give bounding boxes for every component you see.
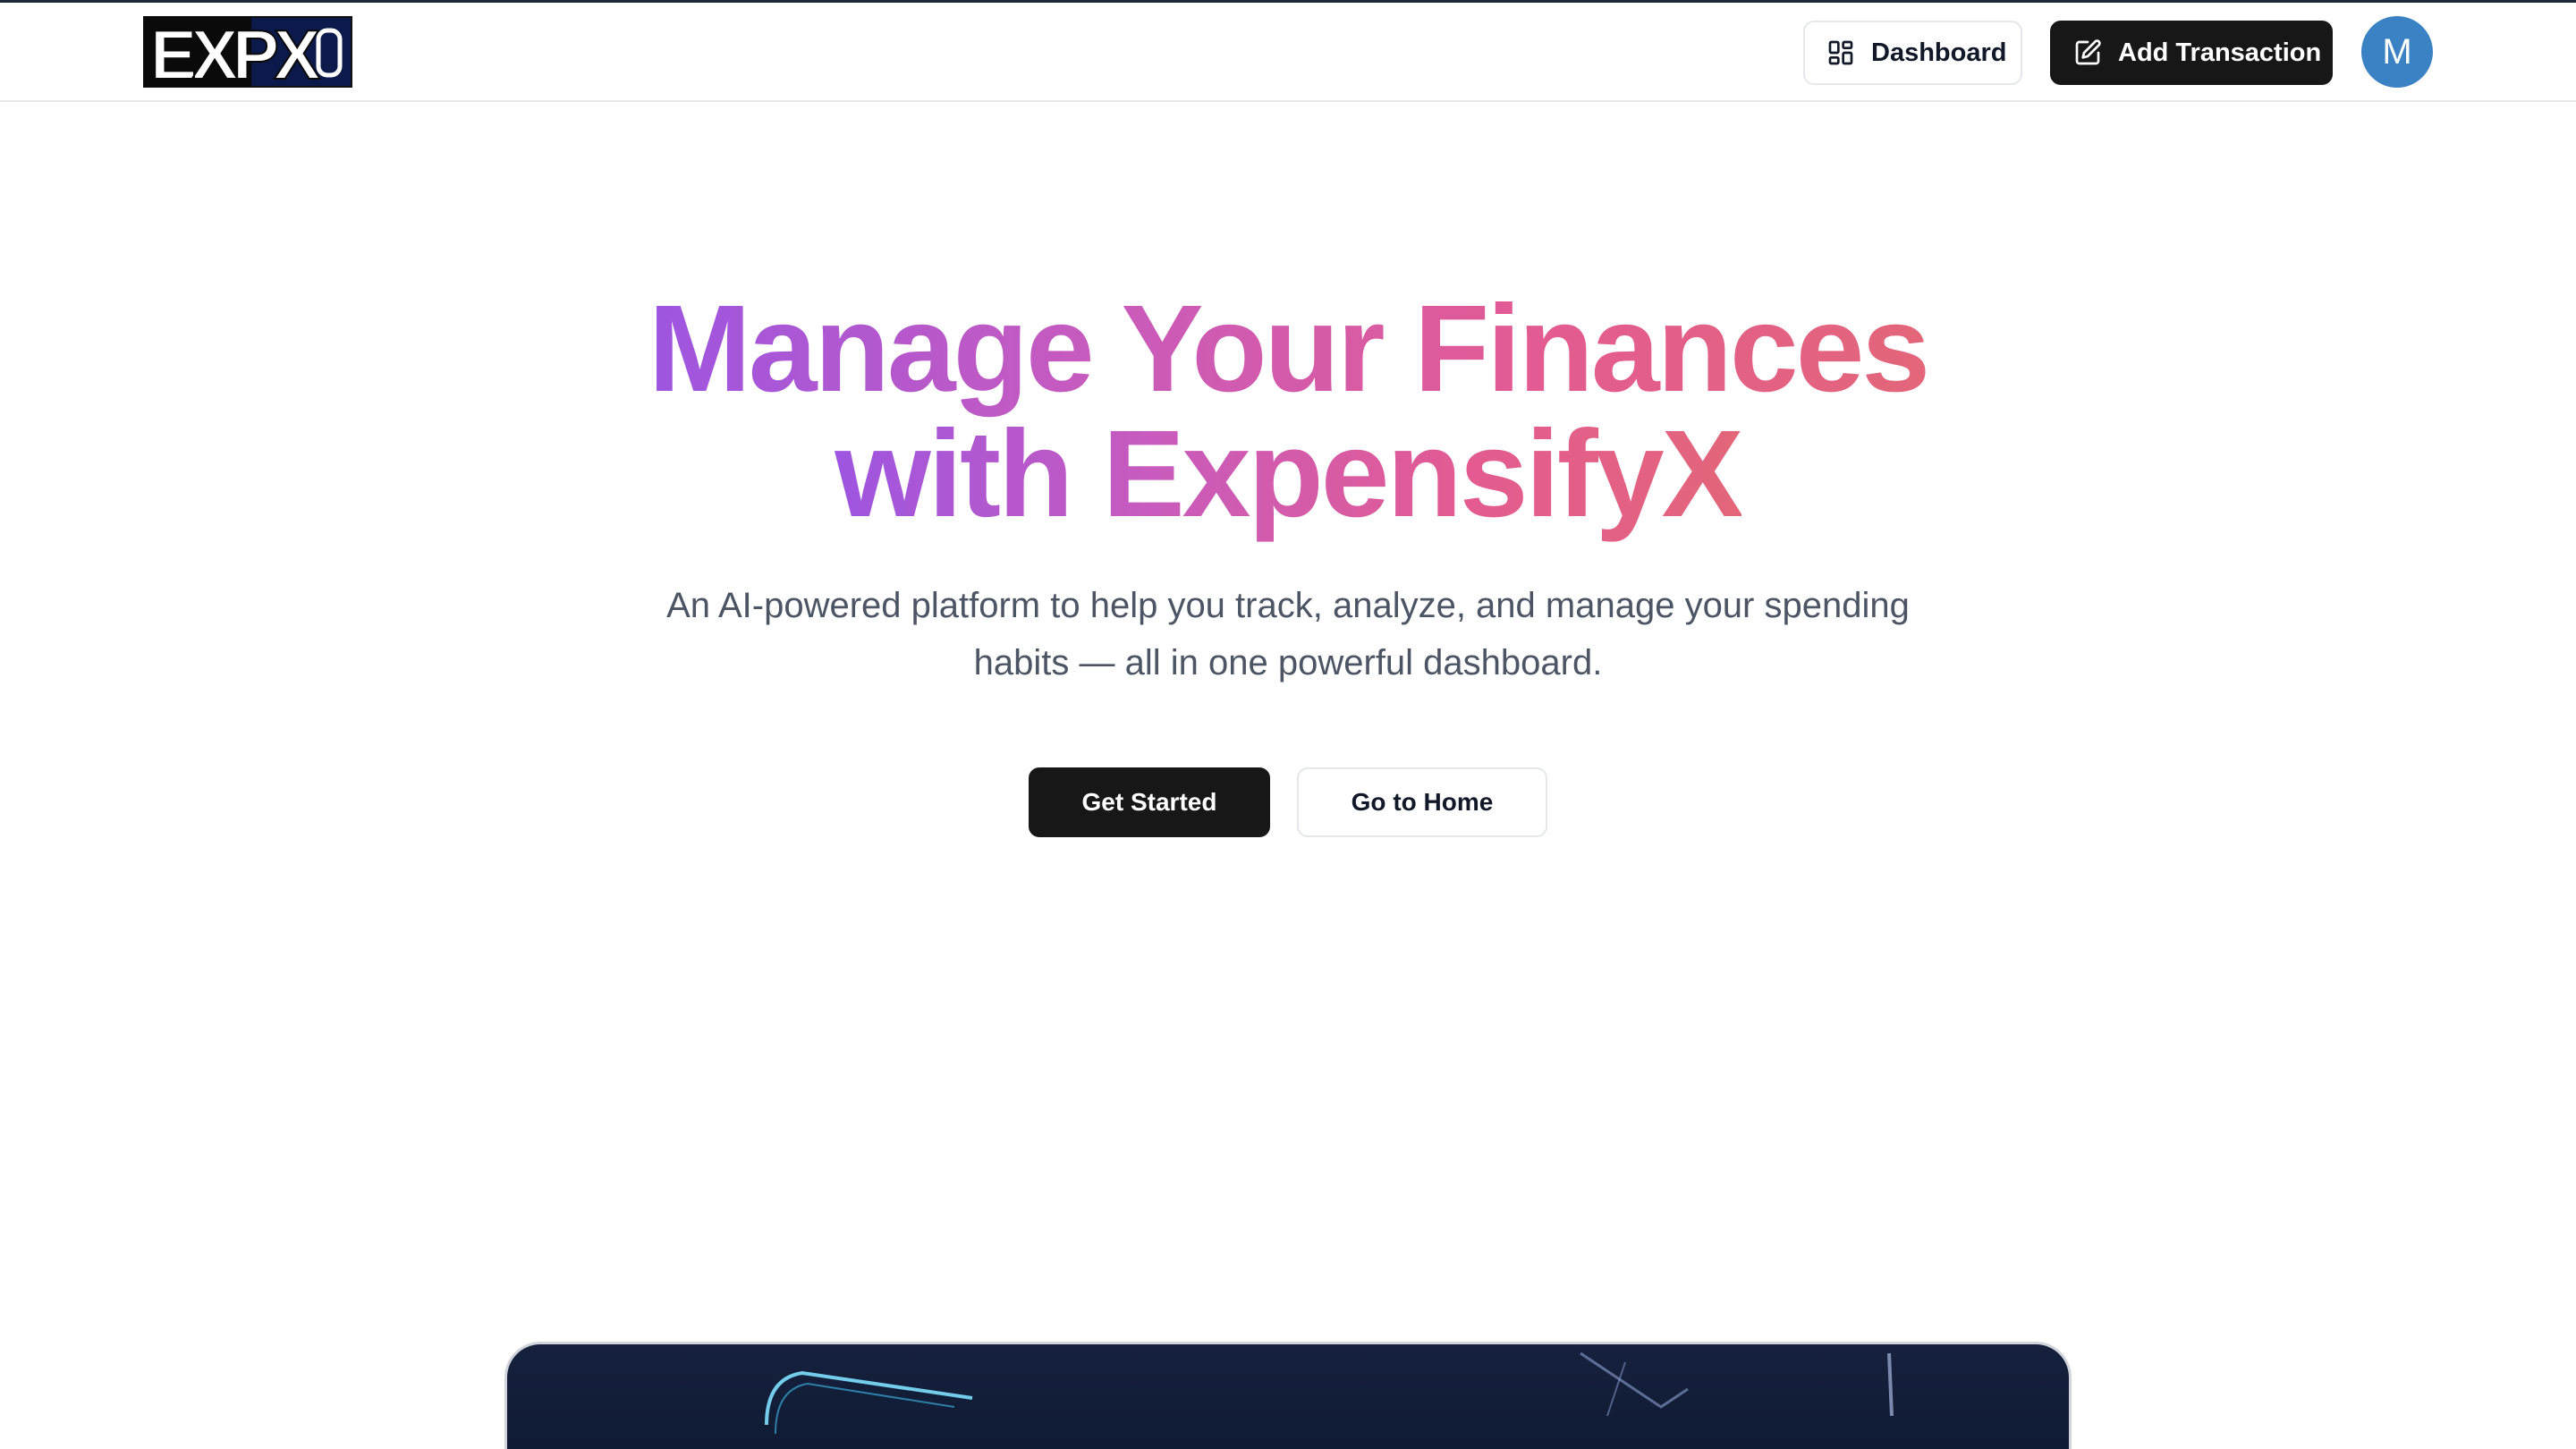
hero-subtitle: An AI-powered platform to help you track…	[666, 586, 1910, 682]
go-to-home-button[interactable]: Go to Home	[1297, 767, 1547, 837]
hero-title: Manage Your Finances with ExpensifyX	[394, 286, 2182, 537]
hero-title-line-1: Manage Your Finances	[648, 280, 1930, 418]
preview-artwork	[765, 1352, 1894, 1435]
add-transaction-button[interactable]: Add Transaction	[2050, 21, 2333, 85]
logo[interactable]: EXPX	[143, 16, 352, 88]
logo-text: EXPX	[150, 16, 320, 88]
avatar[interactable]: M	[2361, 16, 2433, 88]
add-transaction-button-label: Add Transaction	[2118, 38, 2322, 67]
pen-square-icon	[2073, 38, 2102, 67]
layout-grid-icon	[1826, 38, 1855, 67]
dashboard-button-label: Dashboard	[1871, 38, 2007, 67]
dashboard-button[interactable]: Dashboard	[1803, 21, 2022, 85]
dashboard-preview-image	[504, 1342, 2072, 1449]
navbar: EXPX Dashboard Add Transaction M	[0, 3, 2576, 102]
get-started-button[interactable]: Get Started	[1029, 767, 1270, 837]
hero-title-line-2: with ExpensifyX	[835, 405, 1743, 543]
